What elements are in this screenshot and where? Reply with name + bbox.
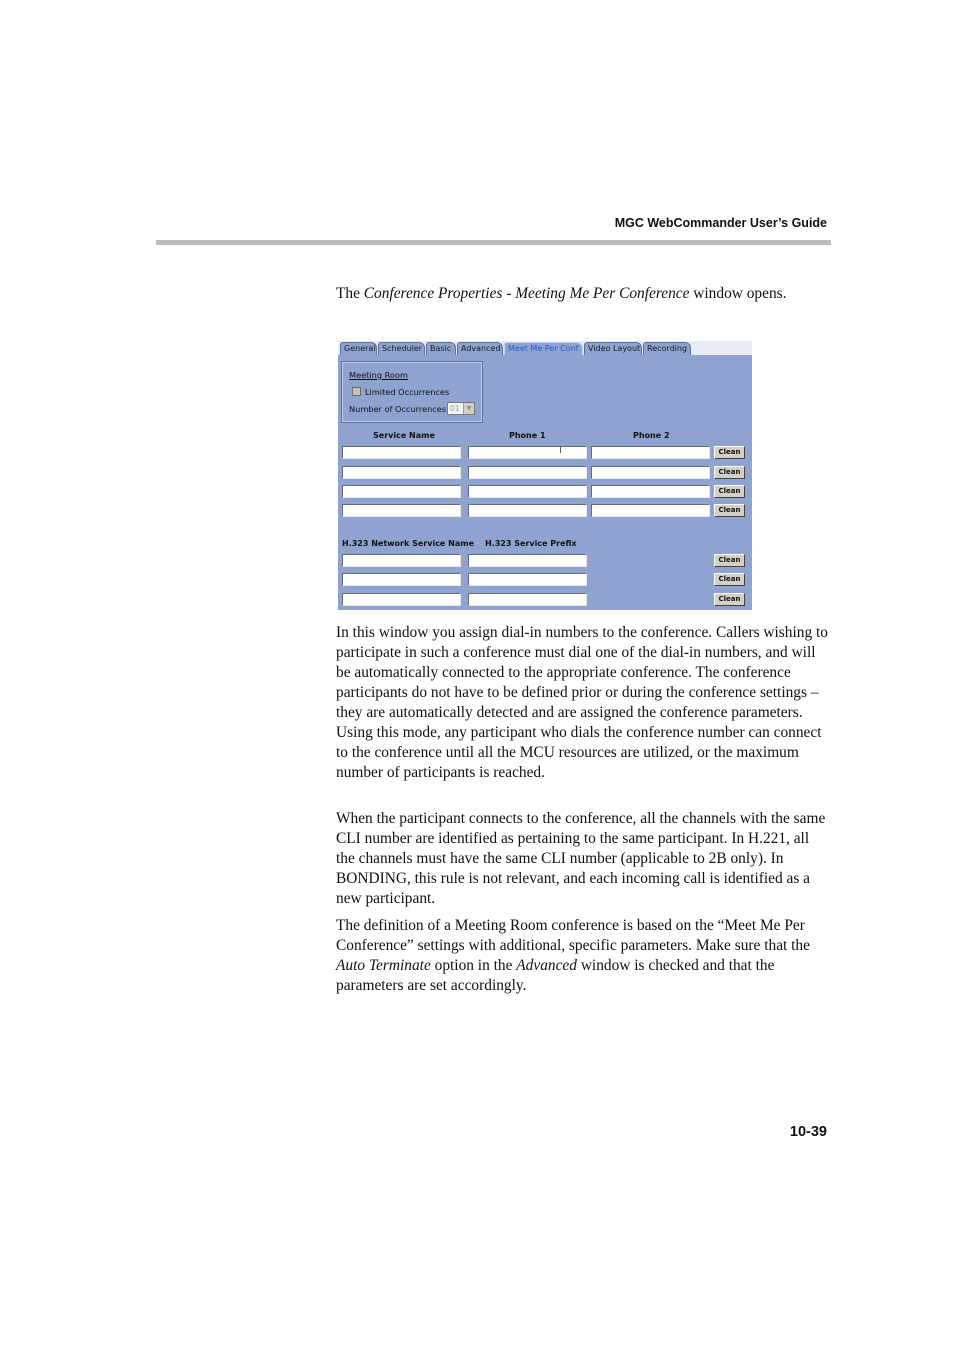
service-name-field-3[interactable] <box>342 485 461 498</box>
header-rule <box>156 240 831 245</box>
h323-prefix-field-1[interactable] <box>468 554 587 567</box>
h323-clean-button-2[interactable]: Clean <box>714 573 745 586</box>
clean-button-1[interactable]: Clean <box>714 446 745 459</box>
body-paragraph-3: The definition of a Meeting Room confere… <box>336 916 828 996</box>
col-header-h323-service-name: H.323 Network Service Name <box>342 539 474 548</box>
meeting-room-title: Meeting Room <box>349 370 408 380</box>
phone2-field-2[interactable] <box>591 466 710 479</box>
tab-meet-me-per-conf[interactable]: Meet Me Per Conf <box>504 342 583 355</box>
tab-bar: General Scheduler Basic Advanced Meet Me… <box>338 341 752 355</box>
h323-prefix-field-3[interactable] <box>468 593 587 606</box>
phone1-field-3[interactable] <box>468 485 587 498</box>
body-paragraph-2: When the participant connects to the con… <box>336 810 826 907</box>
meeting-room-group: Meeting Room Limited Occurrences Number … <box>341 361 483 423</box>
running-head: MGC WebCommander User’s Guide <box>614 216 827 230</box>
num-occurrences-label: Number of Occurrences: <box>349 404 449 414</box>
phone2-field-4[interactable] <box>591 504 710 517</box>
h323-clean-button-1[interactable]: Clean <box>714 554 745 567</box>
clean-button-3[interactable]: Clean <box>714 485 745 498</box>
tab-basic[interactable]: Basic <box>426 342 456 355</box>
window-name-emphasis: Conference Properties - Meeting Me Per C… <box>363 285 690 302</box>
h323-service-name-field-3[interactable] <box>342 593 461 606</box>
col-header-phone1: Phone 1 <box>509 431 546 440</box>
h323-prefix-field-2[interactable] <box>468 573 587 586</box>
limited-occurrences-label: Limited Occurrences <box>365 387 450 397</box>
conference-properties-window: General Scheduler Basic Advanced Meet Me… <box>338 341 752 610</box>
h323-service-name-field-2[interactable] <box>342 573 461 586</box>
num-occurrences-value: 01 <box>450 404 460 413</box>
intro-text-post: window opens. <box>689 285 787 302</box>
col-header-h323-prefix: H.323 Service Prefix <box>485 539 577 548</box>
col-header-service-name: Service Name <box>373 431 435 440</box>
p3-text-c: option in the <box>430 957 517 974</box>
phone2-field-3[interactable] <box>591 485 710 498</box>
tab-recording[interactable]: Recording <box>643 342 691 355</box>
tab-scheduler[interactable]: Scheduler <box>378 342 425 355</box>
num-occurrences-select[interactable]: 01 ▼ <box>447 402 475 415</box>
col-header-phone2: Phone 2 <box>633 431 670 440</box>
h323-clean-button-3[interactable]: Clean <box>714 593 745 606</box>
advanced-emphasis: Advanced <box>516 957 577 974</box>
intro-text-pre: The <box>336 285 364 302</box>
phone2-field-1[interactable] <box>591 446 710 459</box>
page-number: 10-39 <box>789 1124 827 1140</box>
service-name-field-4[interactable] <box>342 504 461 517</box>
service-name-field-2[interactable] <box>342 466 461 479</box>
chevron-down-icon[interactable]: ▼ <box>463 403 474 414</box>
tab-advanced[interactable]: Advanced <box>457 342 503 355</box>
phone1-field-1[interactable] <box>468 446 587 459</box>
tab-video-layout[interactable]: Video Layout <box>584 342 642 355</box>
body-paragraph-1: In this window you assign dial-in number… <box>336 624 828 781</box>
p3-text-a: The definition of a Meeting Room confere… <box>336 917 810 954</box>
limited-occurrences-checkbox[interactable] <box>352 387 361 396</box>
clean-button-4[interactable]: Clean <box>714 504 745 517</box>
h323-service-name-field-1[interactable] <box>342 554 461 567</box>
phone1-field-2[interactable] <box>468 466 587 479</box>
service-name-field-1[interactable] <box>342 446 461 459</box>
text-cursor-icon: I <box>559 445 562 456</box>
intro-paragraph: The Conference Properties - Meeting Me P… <box>336 284 828 304</box>
clean-button-2[interactable]: Clean <box>714 466 745 479</box>
phone1-field-4[interactable] <box>468 504 587 517</box>
tab-general[interactable]: General <box>340 342 377 355</box>
auto-terminate-emphasis: Auto Terminate <box>336 957 431 974</box>
